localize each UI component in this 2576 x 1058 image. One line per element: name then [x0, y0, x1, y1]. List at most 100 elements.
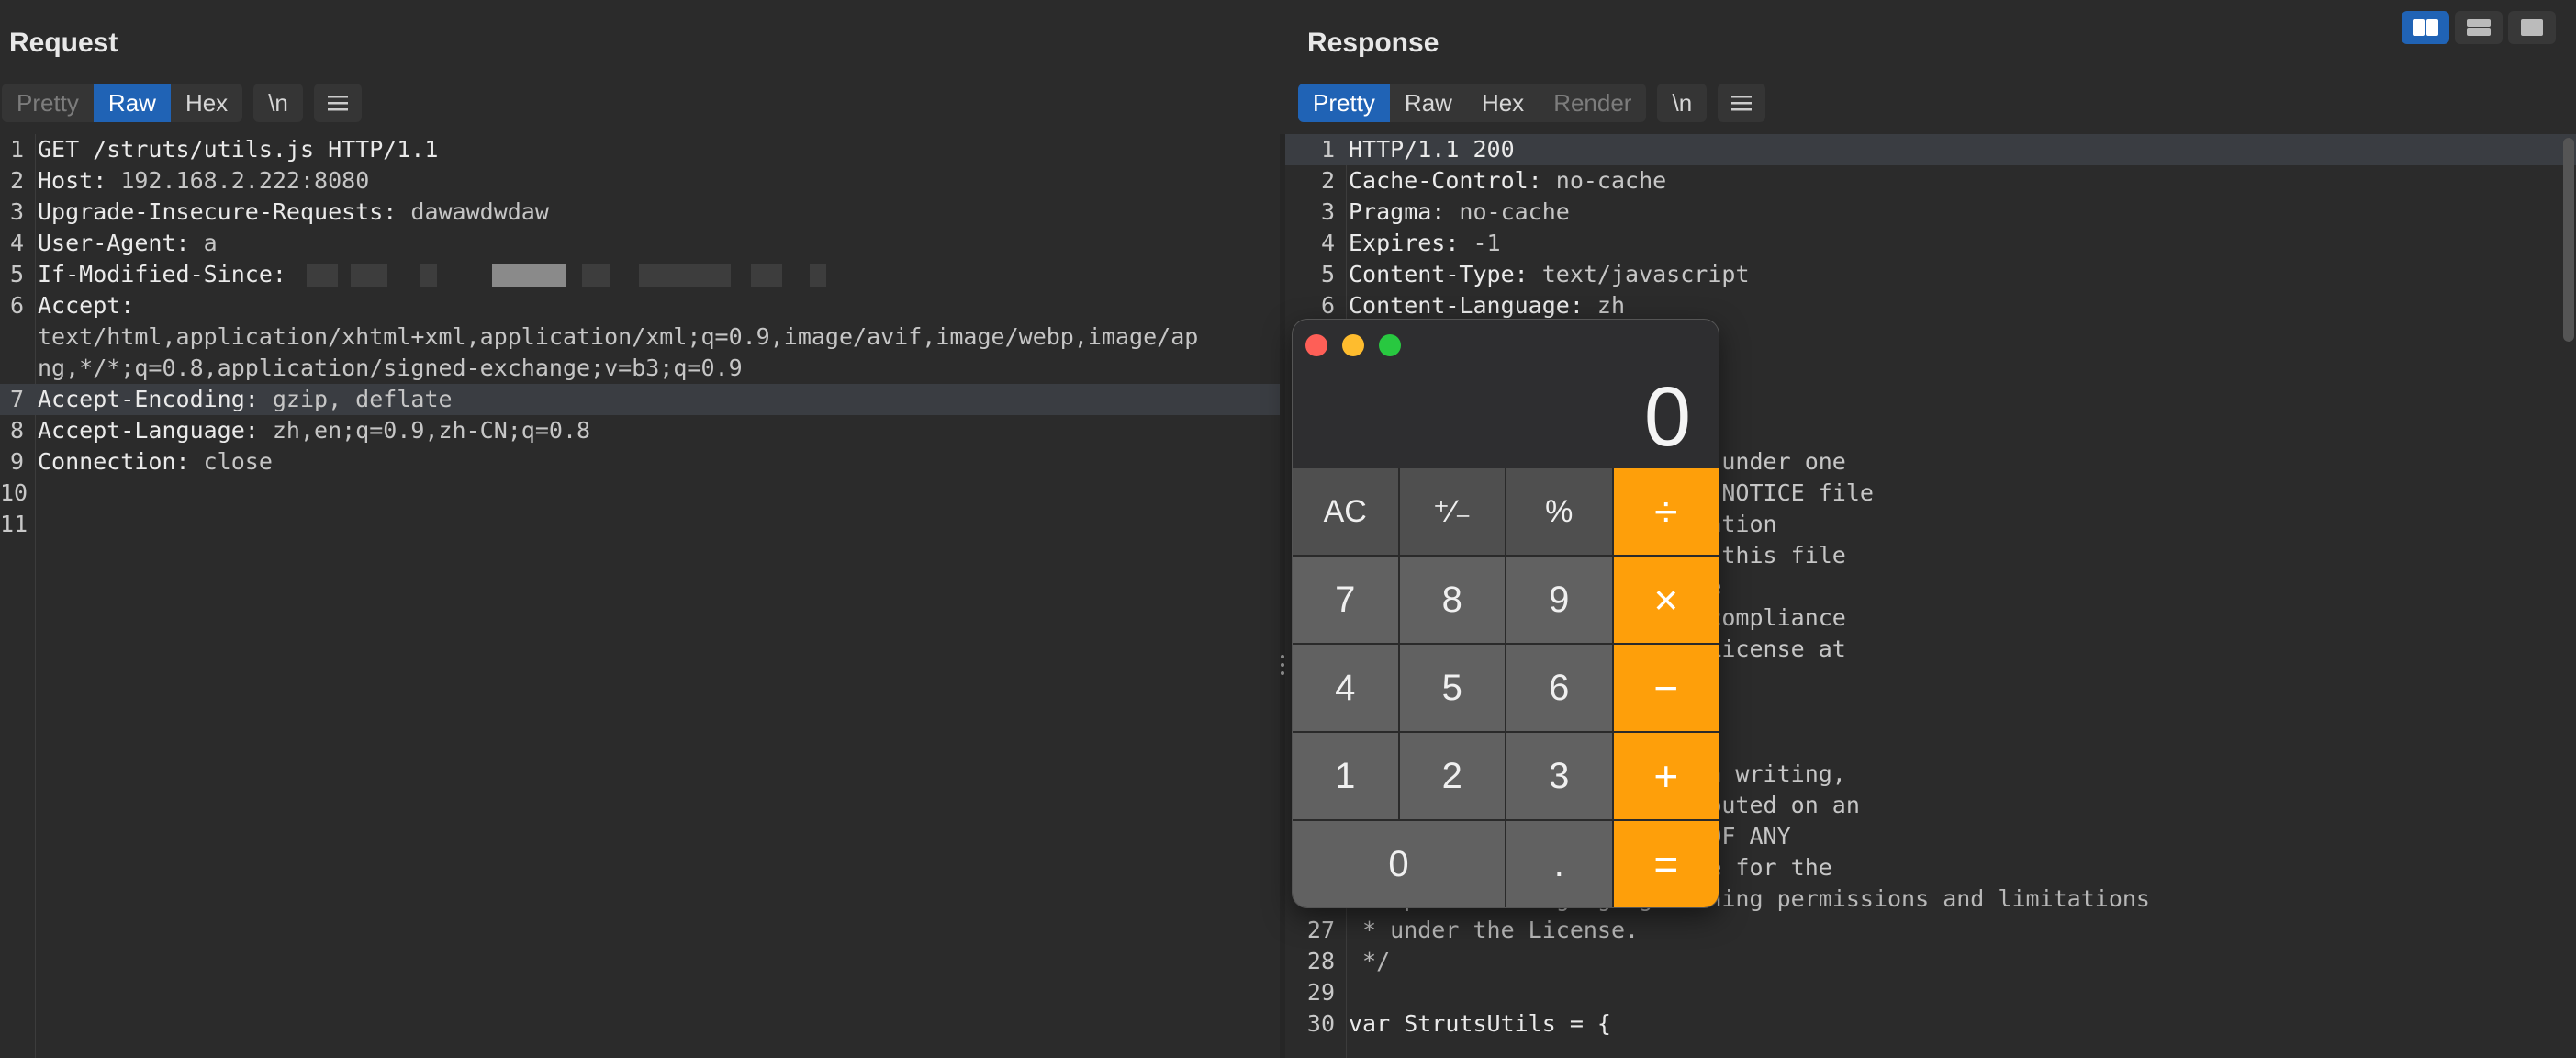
percent-button[interactable]: %	[1506, 468, 1612, 555]
line-number: 4	[9, 230, 24, 256]
request-newline-toggle[interactable]: \n	[253, 84, 303, 122]
line-content: HTTP/1.1 200	[1349, 134, 1515, 165]
line-number: 29	[1306, 979, 1335, 1006]
divider-grip-dot	[1281, 655, 1284, 658]
response-tab-raw[interactable]: Raw	[1390, 84, 1467, 122]
line-content: var StrutsUtils = {	[1349, 1008, 1611, 1040]
hamburger-menu-icon[interactable]	[1718, 84, 1766, 122]
digit-3-button[interactable]: 3	[1506, 733, 1612, 819]
header-value: ng,*/*;q=0.8,application/signed-exchange…	[38, 355, 743, 381]
code-line: 11	[0, 509, 1280, 540]
response-tab-hex[interactable]: Hex	[1467, 84, 1539, 122]
split-horizontal-icon[interactable]	[2402, 11, 2449, 44]
response-scrollbar[interactable]	[2563, 138, 2574, 342]
line-number: 30	[1306, 1010, 1335, 1037]
code-line: 1 HTTP/1.1 200	[1285, 134, 2576, 165]
code-line: 4 Expires: -1	[1285, 228, 2576, 259]
line-content: Content-Language: zh	[1349, 290, 1625, 321]
header-value: dawawdwdaw	[397, 198, 549, 225]
line-number: 10	[0, 479, 28, 506]
line-content: */	[1349, 946, 1390, 977]
hamburger-menu-icon[interactable]	[313, 84, 362, 122]
request-tab-pretty[interactable]: Pretty	[2, 84, 94, 122]
code-line: 5 Content-Type: text/javascript	[1285, 259, 2576, 290]
header-name: var StrutsUtils = {	[1349, 1010, 1611, 1037]
line-content: Pragma: no-cache	[1349, 197, 1570, 228]
line-number: 5	[1320, 261, 1335, 287]
line-number: 6	[1320, 292, 1335, 319]
line-number: 3	[9, 198, 24, 225]
header-name: Upgrade-Insecure-Requests:	[38, 198, 398, 225]
code-line: ng,*/*;q=0.8,application/signed-exchange…	[0, 353, 1280, 384]
header-value: 192.168.2.222:8080	[106, 167, 370, 194]
divide-button[interactable]: ÷	[1613, 468, 1719, 555]
code-line: 2 Cache-Control: no-cache	[1285, 165, 2576, 197]
line-content: Accept-Language: zh,en;q=0.9,zh-CN;q=0.8	[38, 415, 590, 446]
header-name: Expires:	[1349, 230, 1460, 256]
line-content: Accept-Encoding: gzip, deflate	[38, 384, 453, 415]
digit-9-button[interactable]: 9	[1506, 557, 1612, 643]
request-editor[interactable]: 1 GET /struts/utils.js HTTP/1.1 2 Host: 192…	[0, 134, 1280, 1058]
request-tab-hex[interactable]: Hex	[171, 84, 242, 122]
request-tab-raw[interactable]: Raw	[93, 84, 171, 122]
split-vertical-icon[interactable]	[2455, 11, 2503, 44]
header-value: a	[189, 230, 218, 256]
response-toolbar: Pretty Raw Hex Render \n	[1298, 83, 1766, 123]
response-tab-render[interactable]: Render	[1539, 84, 1646, 122]
subtract-button[interactable]: −	[1613, 645, 1719, 731]
sign-toggle-button[interactable]: ⁺∕₋	[1399, 468, 1505, 555]
line-content: ng,*/*;q=0.8,application/signed-exchange…	[38, 353, 743, 384]
minimize-window-icon[interactable]	[1342, 334, 1364, 356]
code-line: 6 Content-Language: zh	[1285, 290, 2576, 321]
digit-6-button[interactable]: 6	[1506, 645, 1612, 731]
code-line: 6 Accept:	[0, 290, 1280, 321]
code-line: 30 var StrutsUtils = {	[1285, 1008, 2576, 1040]
request-toolbar: Pretty Raw Hex \n	[2, 83, 362, 123]
equals-button[interactable]: =	[1613, 821, 1719, 907]
close-window-icon[interactable]	[1305, 334, 1327, 356]
header-name: Connection:	[38, 448, 190, 475]
request-title: Request	[9, 28, 118, 58]
code-line: 9 Connection: close	[0, 446, 1280, 478]
response-newline-toggle[interactable]: \n	[1657, 84, 1708, 122]
line-content: Host: 192.168.2.222:8080	[38, 165, 369, 197]
code-line: 3 Pragma: no-cache	[1285, 197, 2576, 228]
code-line: 5 If-Modified-Since:	[0, 259, 1280, 290]
line-number: 1	[1320, 136, 1335, 163]
digit-0-button[interactable]: 0	[1293, 821, 1505, 907]
calculator-window[interactable]: 0 AC ⁺∕₋ % ÷ 7 8 9 × 4 5 6 − 1 2 3 + 0 .…	[1293, 320, 1719, 907]
header-value: */	[1349, 948, 1391, 974]
add-button[interactable]: +	[1613, 733, 1719, 819]
header-name: Accept-Encoding:	[38, 386, 259, 412]
zoom-window-icon[interactable]	[1379, 334, 1401, 356]
line-number: 3	[1320, 198, 1335, 225]
multiply-button[interactable]: ×	[1613, 557, 1719, 643]
single-pane-icon[interactable]	[2508, 11, 2556, 44]
line-content: Cache-Control: no-cache	[1349, 165, 1666, 197]
line-content: Connection: close	[38, 446, 273, 478]
line-number: 9	[9, 448, 24, 475]
response-tab-pretty[interactable]: Pretty	[1298, 84, 1390, 122]
digit-1-button[interactable]: 1	[1293, 733, 1398, 819]
line-number: 6	[9, 292, 24, 319]
header-value: text/javascript	[1528, 261, 1750, 287]
line-content: * under the License.	[1349, 915, 1639, 946]
digit-4-button[interactable]: 4	[1293, 645, 1398, 731]
calculator-keypad: AC ⁺∕₋ % ÷ 7 8 9 × 4 5 6 − 1 2 3 + 0 . =	[1293, 468, 1719, 907]
header-name: Accept:	[38, 292, 135, 319]
header-value: zh,en;q=0.9,zh-CN;q=0.8	[258, 417, 591, 444]
digit-8-button[interactable]: 8	[1399, 557, 1505, 643]
line-content: Expires: -1	[1349, 228, 1501, 259]
code-line: 28 */	[1285, 946, 2576, 977]
digit-5-button[interactable]: 5	[1399, 645, 1505, 731]
decimal-button[interactable]: .	[1506, 821, 1612, 907]
digit-7-button[interactable]: 7	[1293, 557, 1398, 643]
divider-grip-dot	[1281, 671, 1284, 675]
header-value: no-cache	[1445, 198, 1570, 225]
code-line: 27 * under the License.	[1285, 915, 2576, 946]
clear-button[interactable]: AC	[1293, 468, 1398, 555]
header-name: User-Agent:	[38, 230, 190, 256]
digit-2-button[interactable]: 2	[1399, 733, 1505, 819]
header-value: zh	[1583, 292, 1626, 319]
line-number: 2	[9, 167, 24, 194]
